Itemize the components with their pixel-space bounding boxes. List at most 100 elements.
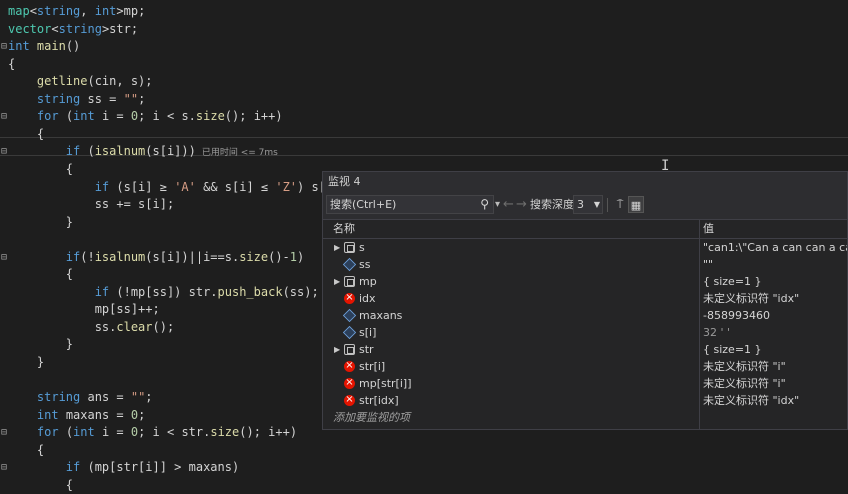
error-icon — [344, 391, 355, 408]
code-line[interactable]: map<string, int>mp; — [0, 3, 848, 20]
code-token: i = — [94, 425, 131, 440]
search-dropdown-icon[interactable]: ▾ — [495, 195, 500, 214]
watch-item-name[interactable]: s[i] — [359, 324, 376, 341]
fold-toggle-icon[interactable]: ⊟ — [0, 459, 8, 476]
watch-item-name[interactable]: maxans — [359, 307, 402, 324]
code-text: string ans = ""; — [8, 389, 153, 406]
code-token: { — [8, 56, 16, 71]
watch-row[interactable]: str[i] 未定义标识符 "i" — [323, 357, 847, 375]
expand-arrow-icon[interactable]: ▶ — [334, 239, 340, 256]
code-text: if (!mp[ss]) str.push_back(ss); — [8, 284, 319, 301]
code-token: >str; — [101, 21, 139, 36]
code-text: int main() — [8, 38, 80, 55]
watch-row[interactable]: str[idx] 未定义标识符 "idx" — [323, 391, 847, 409]
watch-item-name[interactable]: mp[str[i]] — [359, 375, 412, 392]
watch-item-value[interactable]: "can1:\"Can a can can a can? It can!\"" — [703, 239, 847, 256]
code-token: maxans = — [58, 407, 131, 422]
fold-toggle-icon[interactable]: ⊟ — [0, 424, 8, 441]
watch-item-name[interactable]: s — [359, 239, 365, 256]
watch-search-placeholder: 搜索(Ctrl+E) — [330, 198, 397, 211]
code-token: ; — [138, 407, 146, 422]
search-icon[interactable]: ⚲ — [480, 196, 489, 213]
code-text: if(!isalnum(s[i])||i==s.size()-1) — [8, 249, 304, 266]
code-line[interactable]: { — [0, 477, 848, 494]
code-line[interactable]: ⊟ if (isalnum(s[i])) 已用时间 <= 7ms — [0, 143, 848, 160]
expand-arrow-icon[interactable]: ▶ — [334, 341, 340, 358]
error-icon — [344, 357, 355, 374]
watch-row[interactable]: ▶ mp { size=1 } — [323, 273, 847, 290]
watch-row[interactable]: mp[str[i]] 未定义标识符 "i" — [323, 374, 847, 392]
column-value-header[interactable]: 值 — [703, 220, 714, 238]
watch-search-input[interactable]: 搜索(Ctrl+E) ⚲ — [326, 195, 494, 214]
watch-item-name[interactable]: ss — [359, 256, 370, 273]
code-token: if — [94, 179, 110, 194]
pin-icon[interactable]: ⍑ — [612, 196, 628, 213]
code-token: { — [8, 267, 74, 282]
watch-item-value[interactable]: { size=1 } — [703, 273, 762, 290]
code-line[interactable]: ⊟ for (int i = 0; i < s.size(); i++) — [0, 108, 848, 125]
code-token: && s[i] ≤ — [195, 179, 276, 194]
expand-arrow-icon[interactable]: ▶ — [334, 273, 340, 290]
code-line[interactable]: { — [0, 126, 848, 143]
variable-icon — [342, 308, 357, 323]
code-token: } — [8, 355, 45, 369]
watch-item-value[interactable]: 未定义标识符 "i" — [703, 358, 786, 375]
code-line[interactable]: { — [0, 56, 848, 73]
search-depth-value: 3 — [577, 198, 584, 211]
code-line[interactable]: vector<string>str; — [0, 21, 848, 38]
fold-toggle-icon[interactable]: ⊟ — [0, 108, 8, 125]
code-line[interactable]: { — [0, 442, 848, 459]
fold-toggle-icon[interactable]: ⊟ — [0, 38, 8, 55]
fold-toggle-icon[interactable]: ⊟ — [0, 249, 8, 266]
code-token: ; i < str. — [138, 425, 211, 440]
hex-display-icon[interactable]: ▦ — [628, 196, 644, 213]
code-token: { — [8, 161, 74, 176]
watch-row[interactable]: ss "" — [323, 256, 847, 273]
code-token: for — [36, 109, 59, 124]
watch-item-name[interactable]: str[i] — [359, 358, 385, 375]
watch-item-value[interactable]: 未定义标识符 "i" — [703, 375, 786, 392]
code-token: string — [58, 21, 102, 36]
watch-item-name[interactable]: mp — [359, 273, 377, 290]
watch-item-value[interactable]: -858993460 — [703, 307, 770, 324]
code-token: map — [8, 4, 30, 18]
watch-item-value[interactable]: 32 ' ' — [703, 324, 730, 341]
add-watch-row[interactable]: 添加要监视的项 — [323, 409, 847, 426]
watch-item-name[interactable]: idx — [359, 290, 376, 307]
watch-row[interactable]: ▶ str { size=1 } — [323, 341, 847, 358]
watch-item-value[interactable]: 未定义标识符 "idx" — [703, 392, 799, 409]
watch-item-name[interactable]: str — [359, 341, 374, 358]
code-token: size — [195, 109, 225, 124]
watch-item-name[interactable]: str[idx] — [359, 392, 399, 409]
code-token: 'A' — [174, 179, 196, 194]
column-name-header[interactable]: 名称 — [333, 220, 355, 238]
code-text: mp[ss]++; — [8, 301, 160, 318]
watch-row[interactable]: s[i] 32 ' ' — [323, 324, 847, 341]
watch-item-value[interactable]: { size=1 } — [703, 341, 762, 358]
code-token: (mp[str[i]] > maxans) — [80, 460, 240, 475]
watch-row[interactable]: maxans -858993460 — [323, 307, 847, 324]
code-token: ss. — [8, 319, 117, 334]
watch-item-value[interactable]: "" — [703, 256, 713, 273]
watch-row[interactable]: idx 未定义标识符 "idx" — [323, 289, 847, 307]
code-line[interactable]: ⊟ if (mp[str[i]] > maxans) — [0, 459, 848, 476]
watch-rows: ▶ s "can1:\"Can a can can a can? It can!\"… — [323, 239, 847, 409]
watch-row[interactable]: ▶ s "can1:\"Can a can can a can? It can!\"… — [323, 239, 847, 256]
code-line[interactable]: getline(cin, s); — [0, 73, 848, 90]
back-arrow-icon[interactable]: ← — [503, 195, 514, 214]
watch-window[interactable]: 监视 4 搜索(Ctrl+E) ⚲ ▾ ← → 搜索深度: 3 ▼ ⍑ ▦ 名称… — [322, 171, 848, 430]
watch-item-value[interactable]: 未定义标识符 "idx" — [703, 290, 799, 307]
code-token: < — [29, 4, 37, 18]
forward-arrow-icon[interactable]: → — [516, 195, 527, 214]
code-line[interactable]: string ss = ""; — [0, 91, 848, 108]
code-line[interactable]: ⊟ int main() — [0, 38, 848, 55]
code-text: int maxans = 0; — [8, 407, 145, 424]
search-depth-select[interactable]: 3 ▼ — [573, 195, 603, 214]
code-token: (s[i])||i==s. — [145, 249, 240, 264]
fold-toggle-icon[interactable]: ⊟ — [0, 143, 8, 160]
add-watch-label: 添加要监视的项 — [333, 411, 410, 424]
